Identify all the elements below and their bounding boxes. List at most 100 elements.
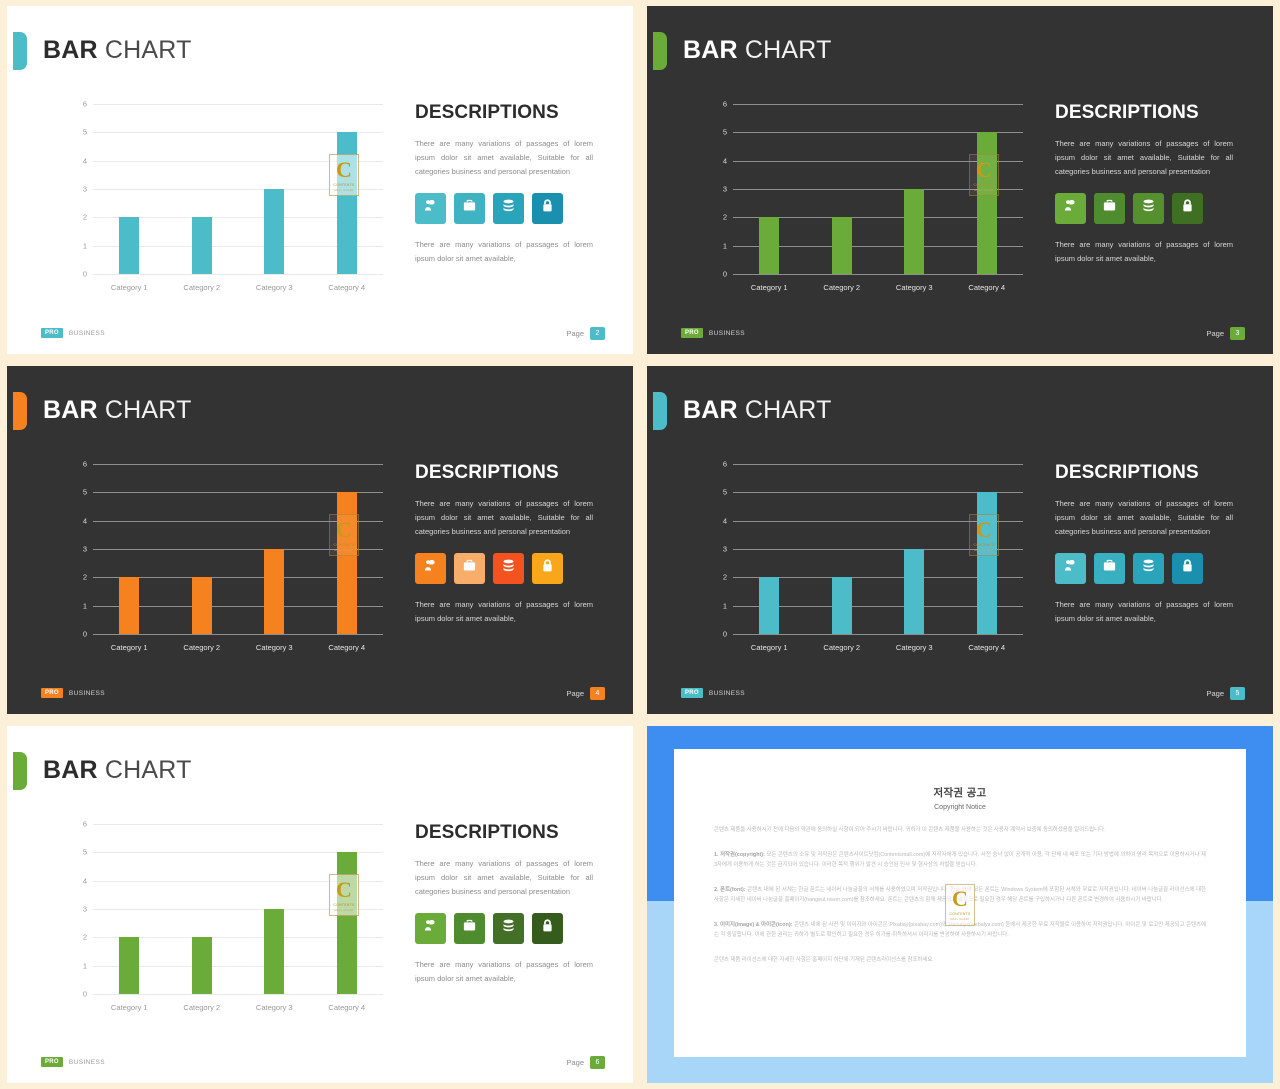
footer-brand: PRO BUSINESS — [681, 688, 745, 698]
briefcase-icon-tile[interactable] — [1094, 192, 1125, 224]
chart-bar-slot — [311, 464, 384, 634]
x-axis-labels: Category 1 Category 2 Category 3 Category 4 — [733, 643, 1023, 652]
briefcase-icon-tile[interactable] — [454, 192, 485, 224]
y-axis-tick-label: 4 — [722, 516, 727, 526]
x-axis-tick-label: Category 3 — [895, 283, 933, 292]
chart-bars — [93, 464, 383, 634]
database-icon-tile[interactable] — [493, 192, 524, 224]
chart-bar-slot — [238, 464, 311, 634]
footer-brand: PRO BUSINESS — [41, 1057, 105, 1067]
feature-icon-row — [415, 192, 593, 224]
y-axis-tick-label: 2 — [82, 212, 87, 222]
y-axis-tick-label: 6 — [722, 459, 727, 469]
chart-bar[interactable] — [119, 937, 140, 994]
chart-bar-slot — [238, 104, 311, 274]
business-label: BUSINESS — [68, 1058, 105, 1066]
briefcase-icon-tile[interactable] — [454, 552, 485, 584]
chart-bar[interactable] — [119, 217, 140, 274]
chart-bar[interactable] — [336, 852, 357, 994]
page-title-bold: BAR — [683, 396, 738, 424]
database-icon-tile[interactable] — [493, 552, 524, 584]
x-axis-tick-label: Category 1 — [750, 283, 788, 292]
chart-bar[interactable] — [191, 937, 212, 994]
y-axis-tick-label: 6 — [722, 99, 727, 109]
page-number-badge: 6 — [590, 1056, 605, 1069]
chart-bar[interactable] — [264, 909, 285, 994]
chart-bar[interactable] — [831, 217, 852, 274]
y-axis-tick-label: 3 — [722, 184, 727, 194]
briefcase-icon-tile[interactable] — [1094, 552, 1125, 584]
presenter-icon-tile[interactable] — [1055, 552, 1086, 584]
slide-cell-1[interactable]: BAR CHART 6 5 4 3 2 1 0 Category 1 Category 2 Cate… — [640, 0, 1280, 360]
chart-bar[interactable] — [264, 549, 285, 634]
business-label: BUSINESS — [68, 689, 105, 697]
slide-orange-dark: BAR CHART 6 5 4 3 2 1 0 Category 1 Category 2 Cate… — [7, 366, 633, 714]
briefcase-icon — [1102, 558, 1117, 578]
x-axis-tick-label: Category 3 — [255, 1003, 293, 1012]
y-axis-tick-label: 3 — [722, 544, 727, 554]
y-axis-tick-label: 2 — [82, 572, 87, 582]
chart-bar[interactable] — [904, 549, 925, 634]
x-axis-tick-label: Category 2 — [183, 643, 221, 652]
slide-cell-0[interactable]: BAR CHART 6 5 4 3 2 1 0 Category 1 Category 2 Cate… — [0, 0, 640, 360]
descriptions-paragraph-2: There are many variations of passages of… — [415, 239, 593, 263]
bar-chart: 6 5 4 3 2 1 0 Category 1 Category 2 Category 3 Cat… — [707, 98, 1027, 298]
copyright-item-3-label: 3. 이미지(image) & 아이콘(icon): — [714, 921, 793, 928]
unlock-icon-tile[interactable] — [532, 552, 563, 584]
unlock-icon-tile[interactable] — [532, 192, 563, 224]
x-axis-tick-label: Category 4 — [328, 283, 366, 292]
slide-green-light: BAR CHART 6 5 4 3 2 1 0 Category 1 Category 2 Cate… — [7, 726, 633, 1083]
chart-bar[interactable] — [976, 492, 997, 634]
chart-bar-slot — [733, 104, 806, 274]
chart-bar[interactable] — [759, 217, 780, 274]
descriptions-paragraph-2: There are many variations of passages of… — [1055, 239, 1233, 263]
chart-bar[interactable] — [336, 492, 357, 634]
business-label: BUSINESS — [708, 689, 745, 697]
slide-cell-2[interactable]: BAR CHART 6 5 4 3 2 1 0 Category 1 Category 2 Cate… — [0, 360, 640, 720]
accent-tab — [653, 392, 667, 430]
chart-bar[interactable] — [119, 577, 140, 634]
unlock-icon-tile[interactable] — [1172, 192, 1203, 224]
chart-bar[interactable] — [759, 577, 780, 634]
slide-cell-3[interactable]: BAR CHART 6 5 4 3 2 1 0 Category 1 Category 2 Cate… — [640, 360, 1280, 720]
chart-bars — [93, 104, 383, 274]
descriptions-panel: DESCRIPTIONS There are many variations of… — [415, 102, 593, 265]
chart-bar-slot — [806, 104, 879, 274]
chart-plot-area: 6 5 4 3 2 1 0 — [723, 100, 1023, 279]
descriptions-heading: DESCRIPTIONS — [1055, 102, 1199, 123]
copyright-slide: 저작권 공고 Copyright Notice 콘텐츠 제품을 사용하시기 전에… — [647, 726, 1273, 1083]
copyright-item-2: 2. 폰트(font): 콘텐츠 내에 된 서체는 한글 폰트는 네이버 나눔글… — [714, 885, 1206, 906]
briefcase-icon-tile[interactable] — [454, 912, 485, 944]
unlock-icon-tile[interactable] — [532, 912, 563, 944]
page-title: BAR CHART — [43, 396, 192, 425]
presenter-icon-tile[interactable] — [415, 192, 446, 224]
chart-bar-slot — [166, 464, 239, 634]
slide-cell-copyright[interactable]: 저작권 공고 Copyright Notice 콘텐츠 제품을 사용하시기 전에… — [640, 720, 1280, 1089]
database-icon-tile[interactable] — [1133, 192, 1164, 224]
presenter-icon-tile[interactable] — [415, 912, 446, 944]
descriptions-panel: DESCRIPTIONS There are many variations of… — [415, 822, 593, 985]
presenter-icon-tile[interactable] — [415, 552, 446, 584]
chart-bar[interactable] — [191, 217, 212, 274]
x-axis-tick-label: Category 1 — [110, 1003, 148, 1012]
slide-teal-dark: BAR CHART 6 5 4 3 2 1 0 Category 1 Category 2 Cate… — [647, 366, 1273, 714]
presenter-icon-tile[interactable] — [1055, 192, 1086, 224]
database-icon-tile[interactable] — [493, 912, 524, 944]
chart-gridline: 0 — [723, 630, 1023, 639]
chart-bar[interactable] — [191, 577, 212, 634]
y-axis-tick-label: 4 — [722, 156, 727, 166]
slide-cell-4[interactable]: BAR CHART 6 5 4 3 2 1 0 Category 1 Category 2 Cate… — [0, 720, 640, 1089]
y-axis-tick-label: 5 — [82, 487, 87, 497]
copyright-intro: 콘텐츠 제품을 사용하시기 전에 다음의 약관에 동의하실 사항이 되어 주시기… — [714, 827, 1106, 833]
chart-bar[interactable] — [904, 189, 925, 274]
briefcase-icon — [462, 918, 477, 938]
footer-pagination: Page 5 — [1206, 687, 1245, 700]
chart-bar[interactable] — [831, 577, 852, 634]
chart-bar[interactable] — [264, 189, 285, 274]
chart-bar[interactable] — [336, 132, 357, 274]
unlock-icon-tile[interactable] — [1172, 552, 1203, 584]
database-icon-tile[interactable] — [1133, 552, 1164, 584]
descriptions-panel: DESCRIPTIONS There are many variations of… — [415, 462, 593, 625]
accent-tab — [13, 32, 27, 70]
chart-bar[interactable] — [976, 132, 997, 274]
